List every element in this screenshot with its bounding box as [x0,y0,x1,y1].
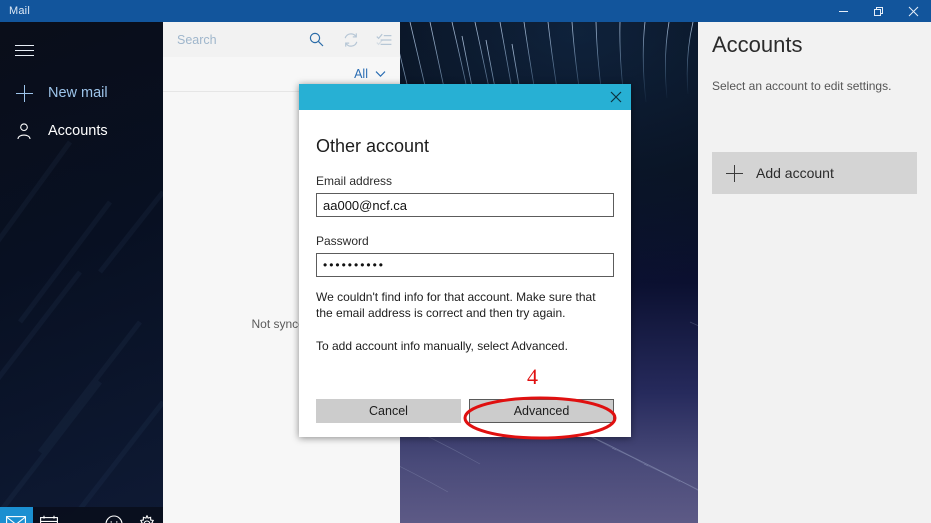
accounts-pane: Accounts Select an account to edit setti… [698,22,931,523]
search-icon[interactable] [309,32,324,47]
dialog-title: Other account [316,136,430,156]
navigation-rail: New mail Accounts [0,22,163,523]
calendar-tab-button[interactable] [33,507,66,523]
mail-tab-button[interactable] [0,507,33,523]
other-account-dialog: Other account Email address Password We … [299,84,631,437]
restore-button[interactable] [861,0,896,22]
window-title-bar: Mail [0,0,931,22]
hamburger-icon [14,41,34,60]
hint-message: To add account info manually, select Adv… [316,339,568,353]
plus-icon [712,164,756,182]
smiley-icon [105,514,123,523]
annotation-step-number: 4 [527,364,538,389]
person-icon [0,122,48,140]
sidebar-item-label: New mail [48,85,108,101]
sync-icon[interactable] [334,22,367,57]
email-field[interactable] [316,193,614,217]
calendar-icon [39,515,58,523]
close-button[interactable] [896,0,931,22]
minimize-button[interactable] [826,0,861,22]
feedback-button[interactable] [98,507,131,523]
page-title: Accounts [712,32,803,57]
password-field-label: Password [316,234,369,248]
window-title: Mail [9,5,30,17]
dialog-body: Other account Email address Password We … [299,136,631,354]
email-field-label: Email address [316,174,393,188]
filter-label: All [354,67,368,81]
sidebar-item-label: Accounts [48,123,108,139]
chevron-down-icon [375,70,386,78]
envelope-icon [6,516,27,523]
bottom-icon-bar [0,507,163,523]
close-icon[interactable] [601,84,631,110]
dialog-header [299,84,631,110]
select-mode-icon[interactable] [367,22,400,57]
settings-button[interactable] [130,507,163,523]
search-row: Search [163,22,400,57]
dialog-button-row: Cancel Advanced [316,399,614,423]
add-account-button[interactable]: Add account [712,152,917,194]
mail-app-window: Mail New mail Accounts Search All Not sy… [0,0,931,523]
cancel-button[interactable]: Cancel [316,399,461,423]
plus-icon [0,84,48,102]
sidebar-item-new-mail[interactable]: New mail [0,74,163,112]
gear-icon [138,514,156,523]
sidebar-item-accounts[interactable]: Accounts [0,112,163,150]
advanced-button[interactable]: Advanced [469,399,614,423]
error-message: We couldn't find info for that account. … [316,290,596,320]
password-field[interactable] [316,253,614,277]
hamburger-menu-button[interactable] [0,32,48,68]
add-account-label: Add account [756,165,834,181]
search-placeholder: Search [177,32,217,47]
search-input[interactable]: Search [163,22,334,57]
accounts-subtitle: Select an account to edit settings. [712,79,892,93]
window-controls [826,0,931,22]
bottom-bar-spacer [65,507,98,523]
